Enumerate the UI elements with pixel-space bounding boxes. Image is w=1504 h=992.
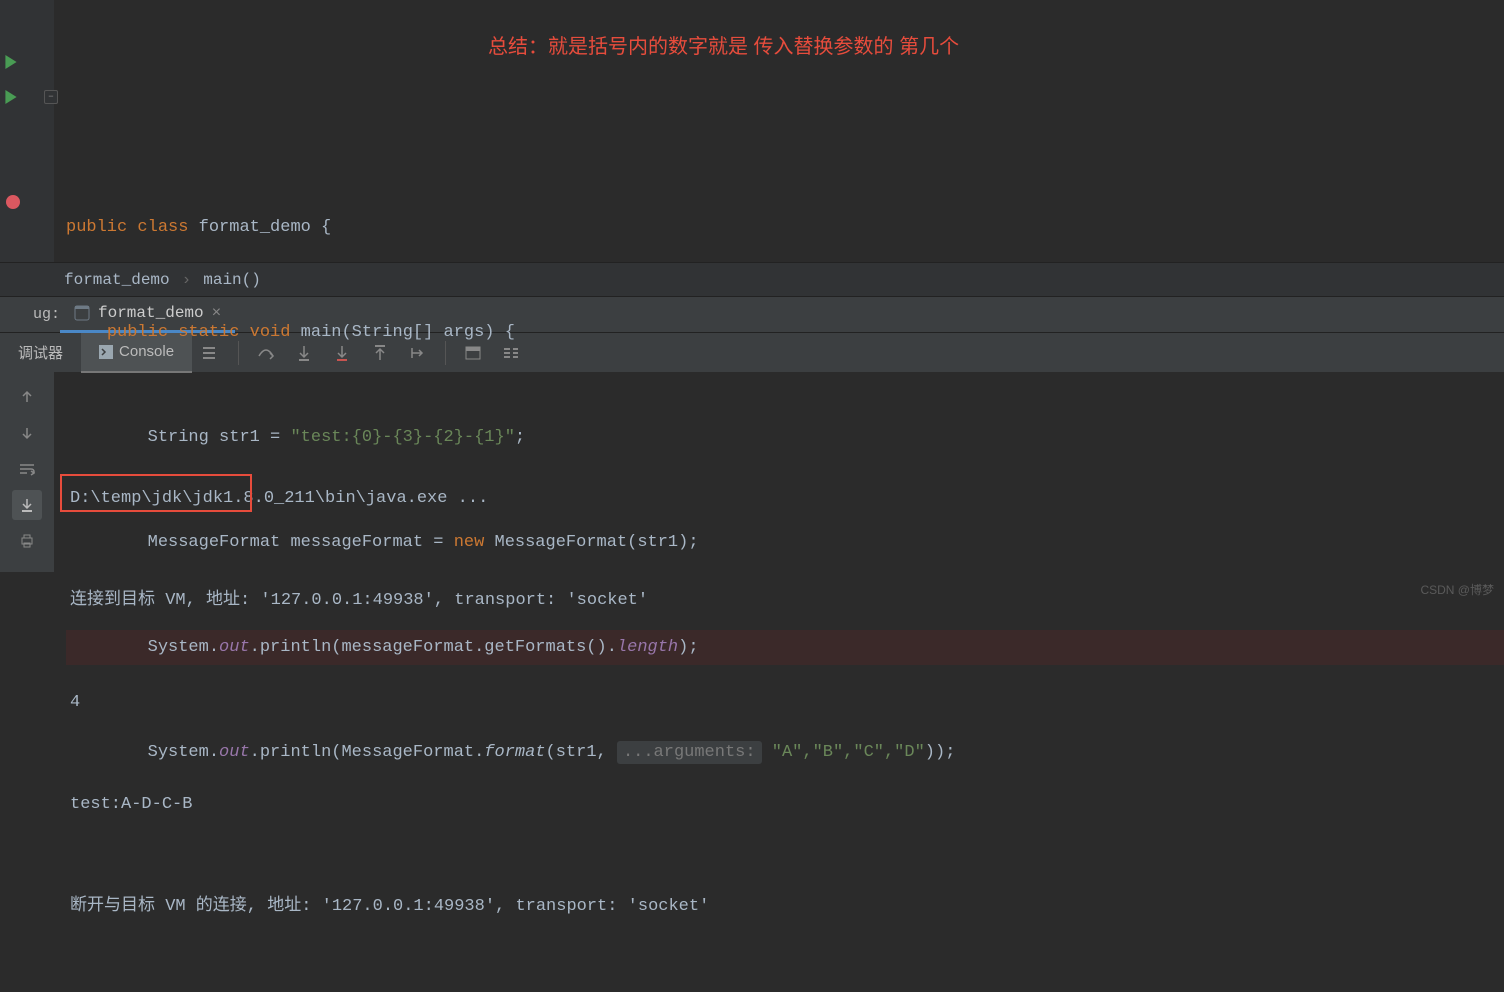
code-line: System.out.println(MessageFormat.format(… — [66, 735, 955, 770]
console-line: D:\temp\jdk\jdk1.8.0_211\bin\java.exe ..… — [70, 482, 709, 516]
code-area[interactable]: 总结：就是括号内的数字就是 传入替换参数的 第几个 public class f… — [58, 0, 955, 262]
annotation-text: 总结：就是括号内的数字就是 传入替换参数的 第几个 — [488, 30, 959, 65]
run-class-icon[interactable] — [4, 55, 18, 69]
editor-pane: − 总结：就是括号内的数字就是 传入替换参数的 第几个 public class… — [0, 0, 1504, 262]
inlay-hint: ...arguments: — [617, 741, 762, 764]
print-icon[interactable] — [12, 526, 42, 556]
scroll-up-icon[interactable] — [12, 382, 42, 412]
console-line: 4 — [70, 686, 709, 720]
console-output[interactable]: D:\temp\jdk\jdk1.8.0_211\bin\java.exe ..… — [54, 372, 725, 572]
watermark: CSDN @博梦 — [1420, 581, 1494, 598]
code-line: public class format_demo { — [66, 210, 955, 245]
breakpoint-icon[interactable] — [6, 195, 20, 209]
debug-toolwindow-label: ug: — [0, 306, 60, 323]
soft-wrap-icon[interactable] — [12, 454, 42, 484]
run-method-icon[interactable] — [4, 90, 18, 104]
console-line: 断开与目标 VM 的连接, 地址: '127.0.0.1:49938', tra… — [70, 890, 709, 924]
code-line — [66, 105, 955, 140]
code-line: public static void main(String[] args) { — [66, 315, 955, 350]
fold-toggle-icon[interactable]: − — [44, 90, 58, 104]
console-line: test:A-D-C-B — [70, 788, 709, 822]
code-line: System.out.println(messageFormat.getForm… — [66, 630, 955, 665]
console-line: 连接到目标 VM, 地址: '127.0.0.1:49938', transpo… — [70, 584, 709, 618]
gutter — [0, 0, 54, 262]
scroll-to-end-icon[interactable] — [12, 490, 42, 520]
scroll-down-icon[interactable] — [12, 418, 42, 448]
console-side-toolbar — [0, 372, 54, 572]
